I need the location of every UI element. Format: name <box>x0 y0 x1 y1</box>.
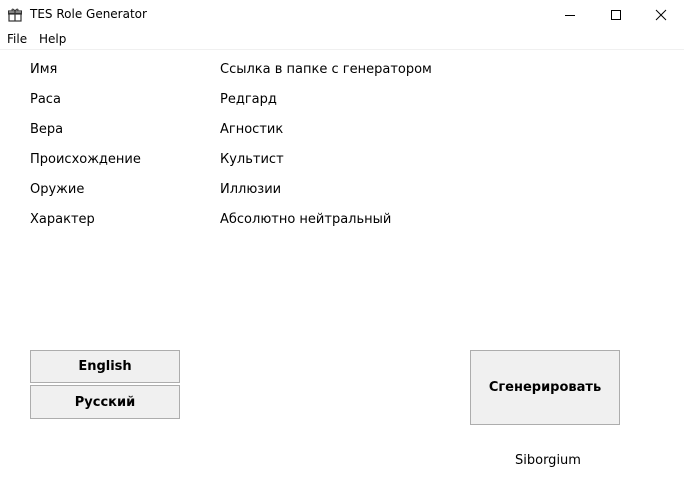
gift-icon <box>8 8 22 22</box>
name-label: Имя <box>30 62 58 77</box>
maximize-button[interactable] <box>593 0 639 30</box>
origin-value: Культист <box>220 152 284 167</box>
minimize-icon <box>565 15 575 16</box>
maximize-icon <box>611 10 621 20</box>
race-label: Раса <box>30 92 61 107</box>
close-icon <box>655 9 667 21</box>
race-value: Редгард <box>220 92 277 107</box>
author-label: Siborgium <box>515 453 581 468</box>
title-bar[interactable]: TES Role Generator <box>0 0 684 30</box>
origin-label: Происхождение <box>30 152 141 167</box>
window-title: TES Role Generator <box>30 7 147 21</box>
english-button[interactable]: English <box>30 350 180 383</box>
faith-value: Агностик <box>220 122 284 137</box>
russian-button[interactable]: Русский <box>30 385 180 419</box>
menu-file[interactable]: File <box>7 32 27 46</box>
generate-button[interactable]: Сгенерировать <box>470 350 620 425</box>
faith-label: Вера <box>30 122 64 137</box>
minimize-button[interactable] <box>547 0 593 30</box>
close-button[interactable] <box>638 0 684 30</box>
menu-bar: File Help <box>0 30 684 50</box>
weapon-label: Оружие <box>30 182 85 197</box>
weapon-value: Иллюзии <box>220 182 282 197</box>
character-label: Характер <box>30 212 95 227</box>
name-value: Ссылка в папке с генератором <box>220 62 432 77</box>
menu-help[interactable]: Help <box>39 32 66 46</box>
character-value: Абсолютно нейтральный <box>220 212 392 227</box>
